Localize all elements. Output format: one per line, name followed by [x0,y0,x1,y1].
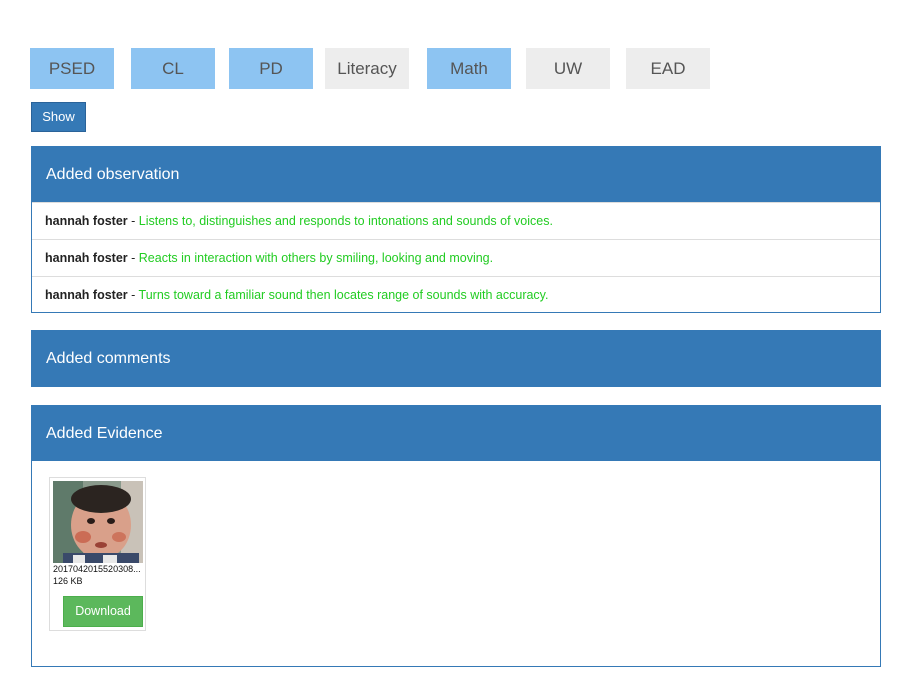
tab-cl[interactable]: CL [131,48,215,89]
observation-item: hannah foster - Listens to, distinguishe… [32,202,880,239]
evidence-file-size: 126 KB [53,576,83,586]
observation-separator: - [127,288,139,302]
observation-separator: - [127,214,139,228]
evidence-file-card: 2017042015520308... 126 KB Download [49,477,146,631]
evidence-panel: Added Evidence 2017042015520308... 126 K… [31,405,881,667]
evidence-panel-title: Added Evidence [32,406,880,461]
show-button[interactable]: Show [31,102,86,132]
tab-uw[interactable]: UW [526,48,610,89]
tab-math[interactable]: Math [427,48,511,89]
observations-panel-title: Added observation [32,147,880,202]
observations-panel: Added observation hannah foster - Listen… [31,146,881,313]
tab-psed[interactable]: PSED [30,48,114,89]
observation-child-name: hannah foster [45,288,128,302]
observation-item: hannah foster - Turns toward a familiar … [32,276,880,313]
comments-panel: Added comments [31,330,881,387]
comments-panel-title: Added comments [32,331,880,386]
tab-literacy[interactable]: Literacy [325,48,409,89]
observation-child-name: hannah foster [45,251,128,265]
evidence-file-name: 2017042015520308... [53,564,141,574]
evidence-thumbnail[interactable] [53,481,143,563]
download-button[interactable]: Download [63,596,143,627]
observation-separator: - [127,251,139,265]
tab-pd[interactable]: PD [229,48,313,89]
observation-text: Turns toward a familiar sound then locat… [138,288,549,302]
tab-ead[interactable]: EAD [626,48,710,89]
observation-item: hannah foster - Reacts in interaction wi… [32,239,880,276]
observation-text: Listens to, distinguishes and responds t… [138,214,553,228]
observation-text: Reacts in interaction with others by smi… [138,251,494,265]
observation-child-name: hannah foster [45,214,128,228]
